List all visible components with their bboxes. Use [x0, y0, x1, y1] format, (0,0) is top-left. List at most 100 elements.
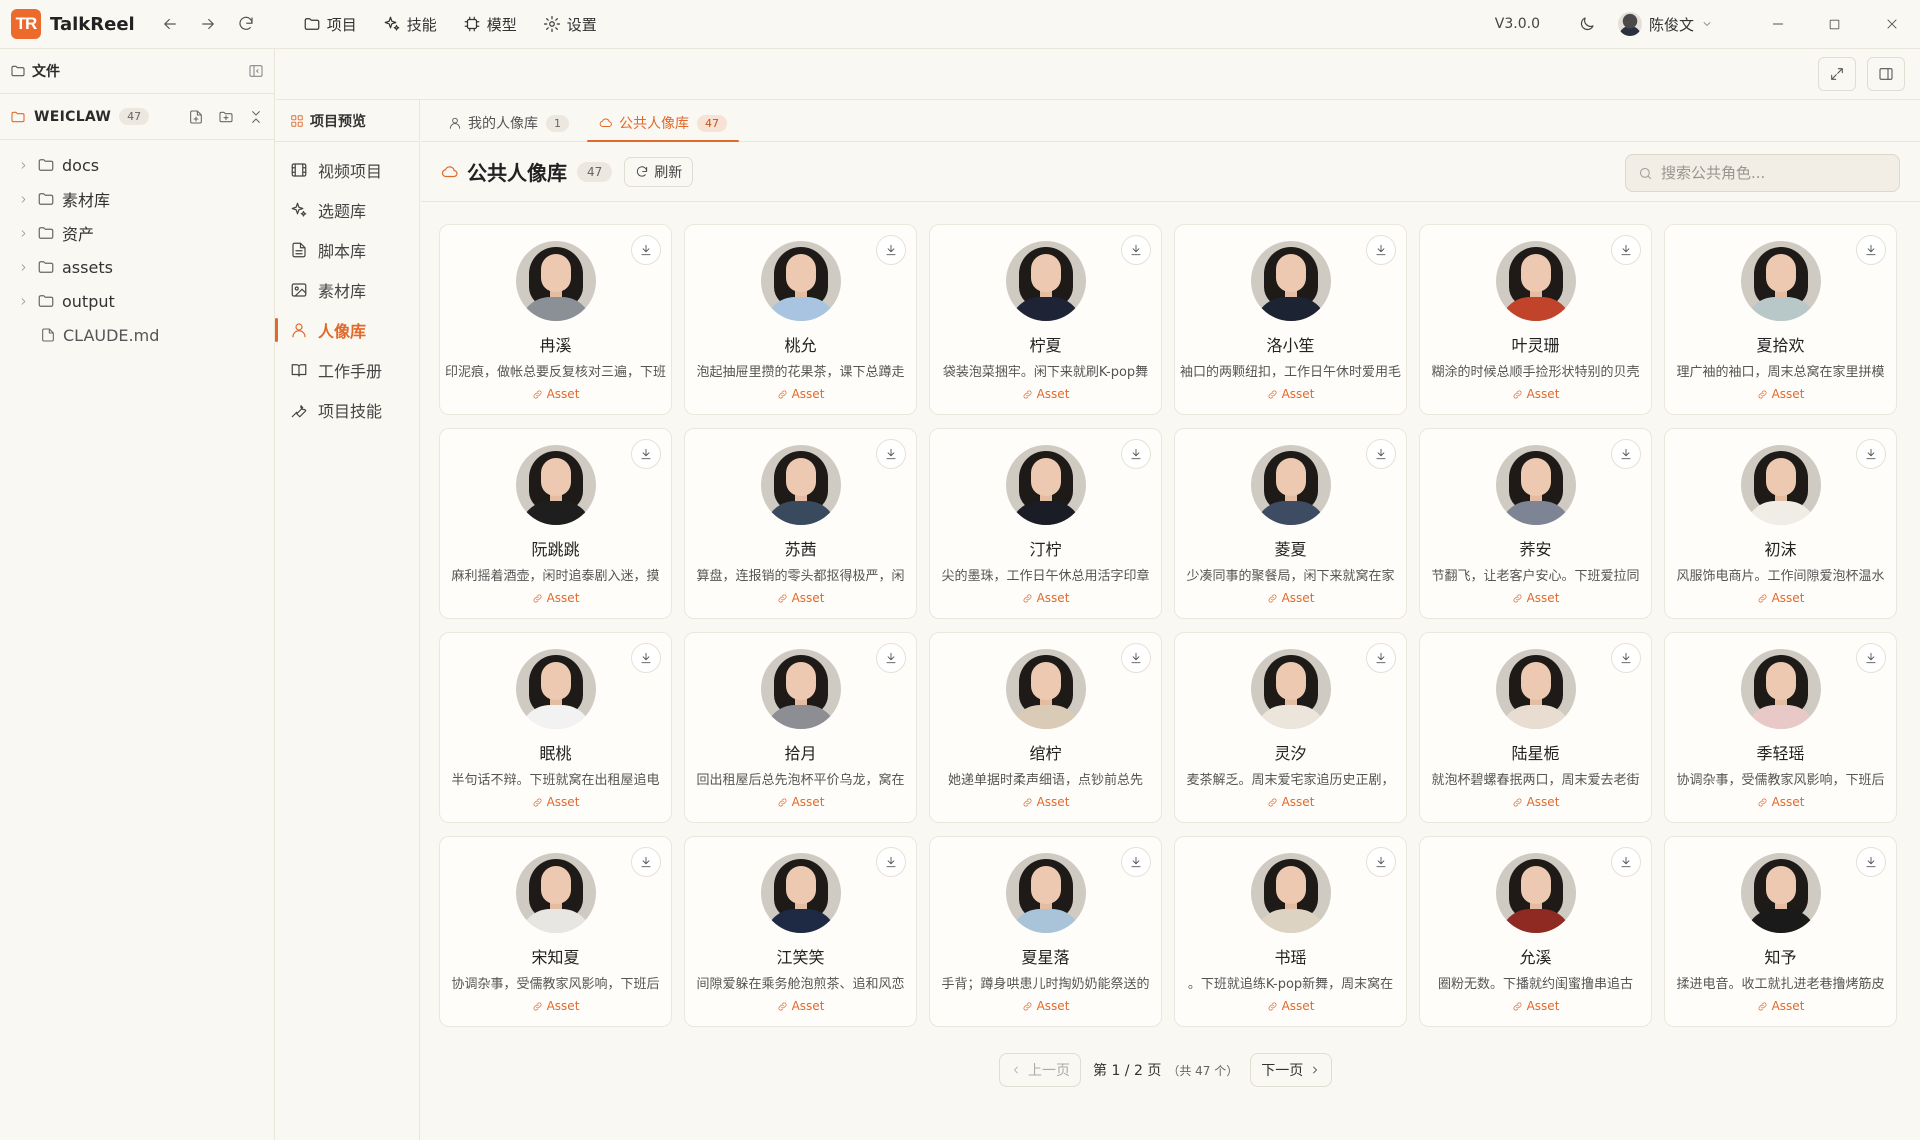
download-button[interactable]	[876, 235, 906, 265]
minimize-button[interactable]	[1749, 0, 1806, 49]
file-item[interactable]: CLAUDE.md	[0, 318, 274, 352]
portrait-card[interactable]: 叶灵珊 糊涂的时候总顺手捡形状特别的贝壳 Asset	[1419, 224, 1652, 415]
download-button[interactable]	[1856, 643, 1886, 673]
portrait-card[interactable]: 季轻瑶 协调杂事，受儒教家风影响，下班后 Asset	[1664, 632, 1897, 823]
project-nav-item[interactable]: 脚本库	[275, 230, 419, 270]
download-button[interactable]	[631, 643, 661, 673]
portrait-card[interactable]: 阮跳跳 麻利摇着酒壶，闲时追泰剧入迷，摸 Asset	[439, 428, 672, 619]
asset-link[interactable]: Asset	[440, 387, 671, 401]
portrait-card[interactable]: 菱夏 少凑同事的聚餐局，闲下来就窝在家 Asset	[1174, 428, 1407, 619]
download-button[interactable]	[1121, 847, 1151, 877]
asset-link[interactable]: Asset	[685, 795, 916, 809]
close-button[interactable]	[1863, 0, 1920, 49]
folder-item[interactable]: 素材库	[0, 182, 274, 216]
asset-link[interactable]: Asset	[1175, 591, 1406, 605]
download-button[interactable]	[1366, 643, 1396, 673]
asset-link[interactable]: Asset	[1665, 795, 1896, 809]
asset-link[interactable]: Asset	[1175, 999, 1406, 1013]
portrait-card[interactable]: 宋知夏 协调杂事，受儒教家风影响，下班后 Asset	[439, 836, 672, 1027]
menu-skills[interactable]: 技能	[383, 14, 437, 35]
portrait-card[interactable]: 初沫 风服饰电商片。工作间隙爱泡杯温水 Asset	[1664, 428, 1897, 619]
project-nav-item[interactable]: 视频项目	[275, 150, 419, 190]
download-button[interactable]	[631, 235, 661, 265]
portrait-card[interactable]: 眠桃 半句话不辩。下班就窝在出租屋追电 Asset	[439, 632, 672, 823]
portrait-card[interactable]: 桃允 泡起抽屉里攒的花果茶，课下总蹲走 Asset	[684, 224, 917, 415]
folder-item[interactable]: docs	[0, 148, 274, 182]
portrait-card[interactable]: 灵汐 麦茶解乏。周末爱宅家追历史正剧， Asset	[1174, 632, 1407, 823]
download-button[interactable]	[631, 847, 661, 877]
asset-link[interactable]: Asset	[1420, 591, 1651, 605]
portrait-card[interactable]: 拾月 回出租屋后总先泡杯平价乌龙，窝在 Asset	[684, 632, 917, 823]
portrait-card[interactable]: 夏星落 手背；蹲身哄患儿时掏奶奶能祭送的 Asset	[929, 836, 1162, 1027]
portrait-card[interactable]: 江笑笑 间隙爱躲在乘务舱泡煎茶、追和风恋 Asset	[684, 836, 917, 1027]
asset-link[interactable]: Asset	[440, 999, 671, 1013]
portrait-card[interactable]: 绾柠 她递单据时柔声细语，点钞前总先 Asset	[929, 632, 1162, 823]
asset-link[interactable]: Asset	[1420, 795, 1651, 809]
download-button[interactable]	[1611, 439, 1641, 469]
asset-link[interactable]: Asset	[685, 999, 916, 1013]
asset-link[interactable]: Asset	[1665, 591, 1896, 605]
portrait-card[interactable]: 荞安 节翻飞，让老客户安心。下班爱拉同 Asset	[1419, 428, 1652, 619]
download-button[interactable]	[876, 439, 906, 469]
menu-projects[interactable]: 项目	[303, 14, 357, 35]
asset-link[interactable]: Asset	[1665, 387, 1896, 401]
asset-link[interactable]: Asset	[1420, 387, 1651, 401]
download-button[interactable]	[1121, 235, 1151, 265]
collapse-panel-button[interactable]	[248, 63, 264, 79]
back-button[interactable]	[153, 7, 187, 41]
asset-link[interactable]: Asset	[1175, 387, 1406, 401]
asset-link[interactable]: Asset	[930, 387, 1161, 401]
menu-models[interactable]: 模型	[463, 14, 517, 35]
refresh-button[interactable]: 刷新	[624, 156, 694, 187]
theme-toggle[interactable]	[1570, 7, 1604, 41]
user-menu[interactable]: 陈俊文	[1617, 12, 1713, 36]
asset-link[interactable]: Asset	[1175, 795, 1406, 809]
tab-my-portraits[interactable]: 我的人像库 1	[436, 105, 581, 141]
download-button[interactable]	[1366, 847, 1396, 877]
download-button[interactable]	[631, 439, 661, 469]
reload-button[interactable]	[229, 7, 263, 41]
download-button[interactable]	[1366, 235, 1396, 265]
download-button[interactable]	[1121, 439, 1151, 469]
asset-link[interactable]: Asset	[930, 999, 1161, 1013]
project-nav-item[interactable]: 工作手册	[275, 350, 419, 390]
download-button[interactable]	[1856, 847, 1886, 877]
asset-link[interactable]: Asset	[440, 591, 671, 605]
new-folder-button[interactable]	[218, 109, 234, 125]
asset-link[interactable]: Asset	[930, 591, 1161, 605]
next-page-button[interactable]: 下一页	[1250, 1053, 1333, 1087]
project-nav-item[interactable]: 选题库	[275, 190, 419, 230]
maximize-button[interactable]	[1806, 0, 1863, 49]
download-button[interactable]	[1856, 439, 1886, 469]
asset-link[interactable]: Asset	[930, 795, 1161, 809]
portrait-card[interactable]: 书瑶 。下班就追练K-pop新舞，周末窝在 Asset	[1174, 836, 1407, 1027]
download-button[interactable]	[876, 643, 906, 673]
collapse-all-button[interactable]	[248, 109, 264, 125]
asset-link[interactable]: Asset	[685, 591, 916, 605]
download-button[interactable]	[1366, 439, 1396, 469]
asset-link[interactable]: Asset	[1420, 999, 1651, 1013]
new-file-button[interactable]	[188, 109, 204, 125]
download-button[interactable]	[1856, 235, 1886, 265]
portrait-card[interactable]: 苏茜 算盘，连报销的零头都抠得极严，闲 Asset	[684, 428, 917, 619]
tab-public-portraits[interactable]: 公共人像库 47	[587, 105, 739, 142]
toggle-right-panel-button[interactable]	[1867, 57, 1905, 91]
forward-button[interactable]	[191, 7, 225, 41]
portrait-card[interactable]: 柠夏 袋装泡菜捆牢。闲下来就刷K-pop舞 Asset	[929, 224, 1162, 415]
portrait-card[interactable]: 汀柠 尖的墨珠，工作日午休总用活字印章 Asset	[929, 428, 1162, 619]
portrait-card[interactable]: 知予 揉进电音。收工就扎进老巷撸烤筋皮 Asset	[1664, 836, 1897, 1027]
asset-link[interactable]: Asset	[1665, 999, 1896, 1013]
portrait-card[interactable]: 允溪 圈粉无数。下播就约闺蜜撸串追古 Asset	[1419, 836, 1652, 1027]
portrait-card[interactable]: 洛小笙 袖口的两颗纽扣，工作日午休时爱用毛 Asset	[1174, 224, 1407, 415]
fullscreen-button[interactable]	[1818, 57, 1856, 91]
download-button[interactable]	[876, 847, 906, 877]
project-nav-item[interactable]: 人像库	[275, 310, 419, 350]
project-nav-item[interactable]: 素材库	[275, 270, 419, 310]
portrait-card[interactable]: 陆星栀 就泡杯碧螺春抿两口，周末爱去老街 Asset	[1419, 632, 1652, 823]
download-button[interactable]	[1611, 847, 1641, 877]
asset-link[interactable]: Asset	[440, 795, 671, 809]
menu-settings[interactable]: 设置	[543, 14, 597, 35]
search-input[interactable]	[1661, 164, 1881, 182]
asset-link[interactable]: Asset	[685, 387, 916, 401]
prev-page-button[interactable]: 上一页	[999, 1053, 1081, 1087]
